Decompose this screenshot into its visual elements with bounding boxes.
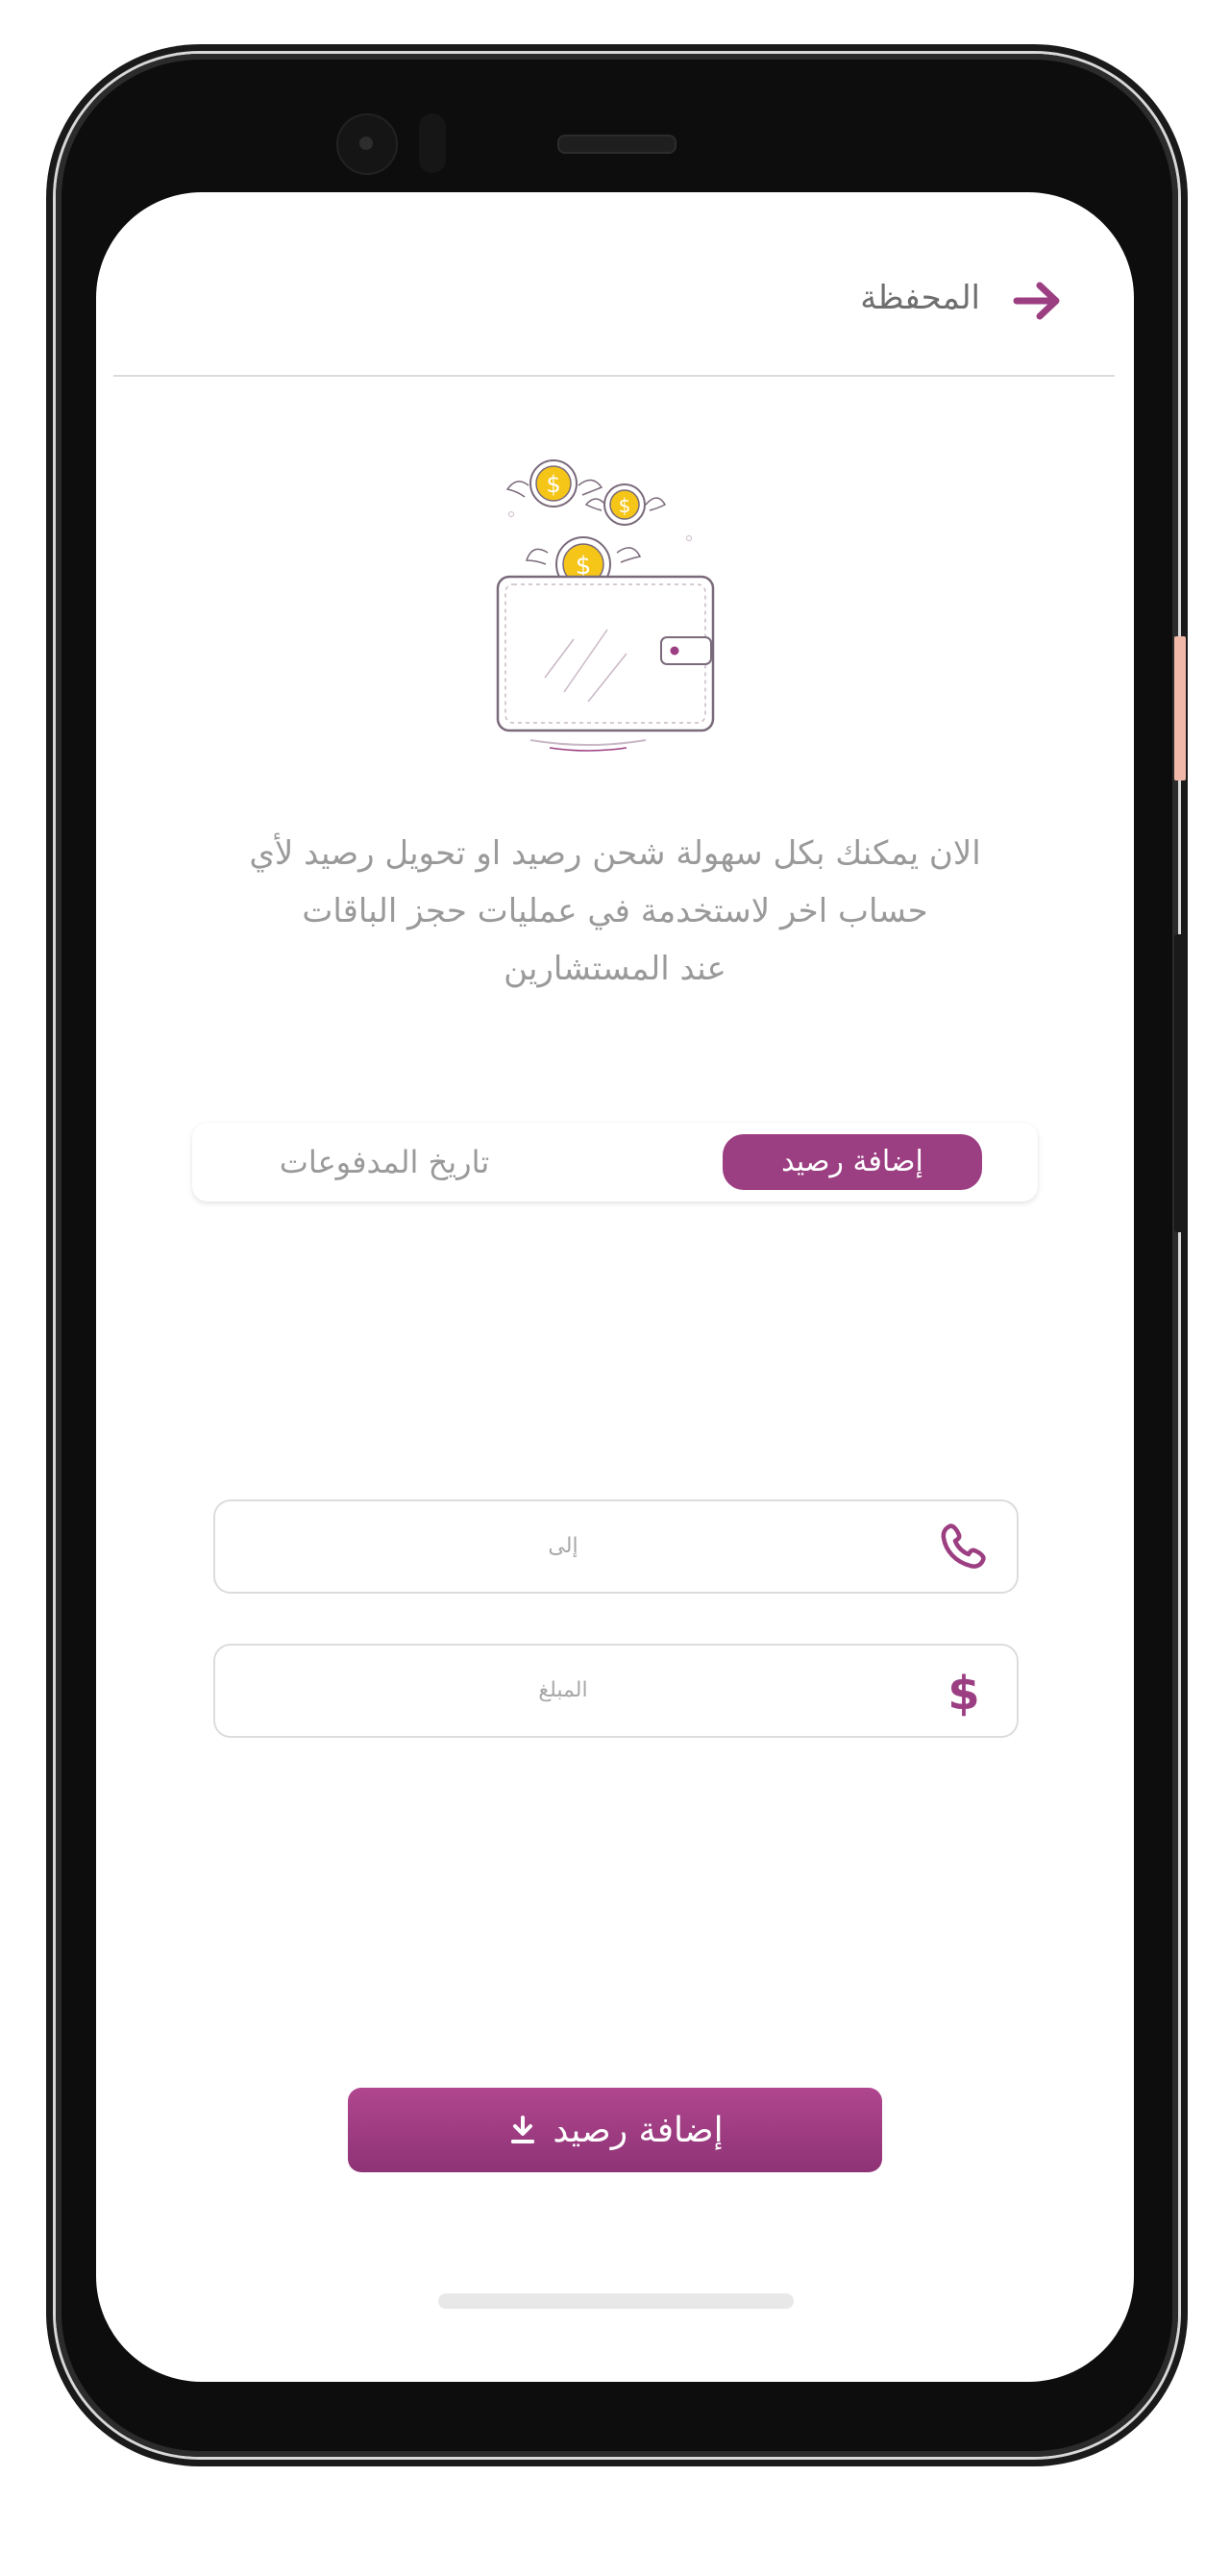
arrow-right-icon[interactable]	[1011, 277, 1065, 325]
wallet-description: الان يمكنك بكل سهولة شحن رصيد او تحويل ر…	[211, 825, 1019, 998]
phone-power-button	[1174, 934, 1188, 1232]
amount-field[interactable]: $	[213, 1644, 1019, 1738]
wallet-flying-coins-illustration: $ $ $	[496, 459, 715, 752]
app-screen: المحفظة $ $ $ الان يمكنك بكل سهولة شحن ر…	[96, 192, 1134, 2382]
amount-input[interactable]	[234, 1655, 892, 1724]
coin-symbol: $	[546, 471, 560, 498]
page-title: المحفظة	[860, 279, 980, 317]
phone-side-button	[1174, 636, 1186, 780]
earpiece-speaker	[557, 135, 676, 154]
download-icon	[511, 2116, 535, 2143]
description-line: الان يمكنك بكل سهولة شحن رصيد او تحويل ر…	[249, 834, 981, 873]
svg-text:$: $	[947, 1667, 979, 1717]
add-balance-button[interactable]: إضافة رصيد	[348, 2088, 882, 2172]
tab-add-balance[interactable]: إضافة رصيد	[723, 1134, 982, 1190]
recipient-field[interactable]	[213, 1499, 1019, 1594]
header-divider	[113, 375, 1115, 377]
wallet-tabs: إضافة رصيد تاريخ المدفوعات	[192, 1123, 1038, 1201]
app-header: المحفظة	[96, 192, 1134, 375]
dollar-icon: $	[947, 1667, 979, 1717]
description-line: حساب اخر لاستخدمة في عمليات حجز الباقات	[302, 892, 928, 930]
add-balance-label: إضافة رصيد	[553, 2110, 724, 2150]
phone-icon	[941, 1523, 986, 1569]
svg-text:$: $	[619, 494, 631, 517]
recipient-input[interactable]	[234, 1511, 892, 1580]
description-line: عند المستشارين	[504, 950, 726, 988]
tab-payment-history[interactable]: تاريخ المدفوعات	[269, 1134, 500, 1190]
proximity-sensor	[419, 113, 446, 173]
home-indicator[interactable]	[438, 2293, 794, 2309]
front-camera	[336, 113, 398, 175]
